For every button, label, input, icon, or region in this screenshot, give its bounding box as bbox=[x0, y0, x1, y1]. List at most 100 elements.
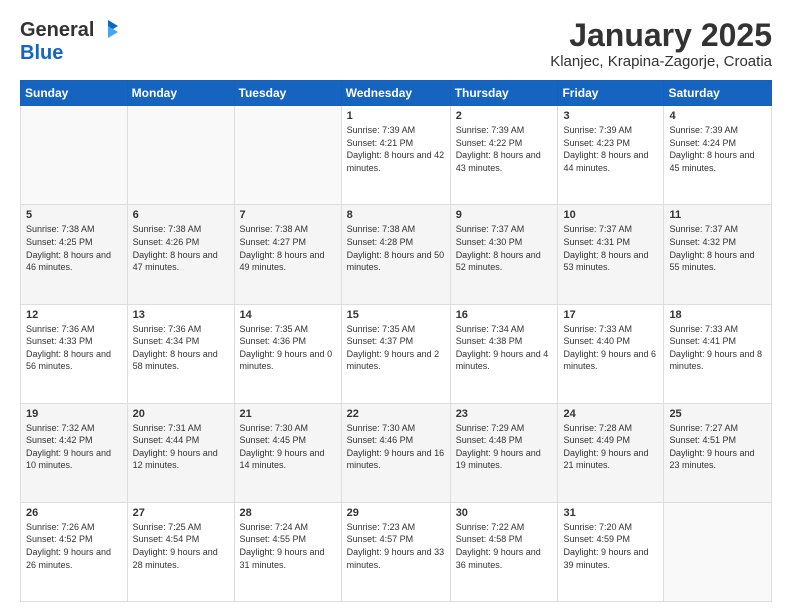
day-info: Sunrise: 7:30 AM Sunset: 4:46 PM Dayligh… bbox=[347, 422, 445, 472]
day-cell-w5-d2: 27 Sunrise: 7:25 AM Sunset: 4:54 PM Dayli… bbox=[127, 502, 234, 601]
day-number: 25 bbox=[669, 408, 766, 420]
day-info: Sunrise: 7:20 AM Sunset: 4:59 PM Dayligh… bbox=[563, 521, 658, 571]
day-cell-w2-d5: 9Sunrise: 7:37 AM Sunset: 4:30 PM Daylig… bbox=[450, 205, 558, 304]
day-info: Sunrise: 7:33 AM Sunset: 4:41 PM Dayligh… bbox=[669, 323, 766, 373]
day-number: 30 bbox=[456, 507, 553, 519]
day-cell-w3-d1: 12 Sunrise: 7:36 AM Sunset: 4:33 PM Dayli… bbox=[21, 304, 128, 403]
day-number: 3 bbox=[563, 110, 658, 122]
week-row-4: 19 Sunrise: 7:32 AM Sunset: 4:42 PM Dayli… bbox=[21, 403, 772, 502]
day-info: Sunrise: 7:24 AM Sunset: 4:55 PM Dayligh… bbox=[240, 521, 336, 571]
day-cell-w1-d2 bbox=[127, 106, 234, 205]
day-cell-w4-d7: 25 Sunrise: 7:27 AM Sunset: 4:51 PM Dayli… bbox=[664, 403, 772, 502]
day-cell-w3-d6: 17 Sunrise: 7:33 AM Sunset: 4:40 PM Dayli… bbox=[558, 304, 664, 403]
day-info: Sunrise: 7:34 AM Sunset: 4:38 PM Dayligh… bbox=[456, 323, 553, 373]
day-info: Sunrise: 7:30 AM Sunset: 4:45 PM Dayligh… bbox=[240, 422, 336, 472]
day-info: Sunrise: 7:32 AM Sunset: 4:42 PM Dayligh… bbox=[26, 422, 122, 472]
day-info: Sunrise: 7:28 AM Sunset: 4:49 PM Dayligh… bbox=[563, 422, 658, 472]
day-number: 13 bbox=[133, 309, 229, 321]
logo-flag-icon bbox=[96, 18, 120, 42]
day-cell-w3-d7: 18Sunrise: 7:33 AM Sunset: 4:41 PM Dayli… bbox=[664, 304, 772, 403]
day-info: Sunrise: 7:39 AM Sunset: 4:22 PM Dayligh… bbox=[456, 124, 553, 174]
day-number: 10 bbox=[563, 209, 658, 221]
day-info: Sunrise: 7:33 AM Sunset: 4:40 PM Dayligh… bbox=[563, 323, 658, 373]
day-cell-w1-d6: 3Sunrise: 7:39 AM Sunset: 4:23 PM Daylig… bbox=[558, 106, 664, 205]
day-info: Sunrise: 7:39 AM Sunset: 4:21 PM Dayligh… bbox=[347, 124, 445, 174]
week-row-2: 5Sunrise: 7:38 AM Sunset: 4:25 PM Daylig… bbox=[21, 205, 772, 304]
day-cell-w1-d7: 4Sunrise: 7:39 AM Sunset: 4:24 PM Daylig… bbox=[664, 106, 772, 205]
day-cell-w2-d1: 5Sunrise: 7:38 AM Sunset: 4:25 PM Daylig… bbox=[21, 205, 128, 304]
header-thursday: Thursday bbox=[450, 81, 558, 106]
day-number: 17 bbox=[563, 309, 658, 321]
day-cell-w5-d5: 30 Sunrise: 7:22 AM Sunset: 4:58 PM Dayli… bbox=[450, 502, 558, 601]
day-number: 6 bbox=[133, 209, 229, 221]
day-cell-w5-d4: 29 Sunrise: 7:23 AM Sunset: 4:57 PM Dayli… bbox=[341, 502, 450, 601]
day-info: Sunrise: 7:37 AM Sunset: 4:32 PM Dayligh… bbox=[669, 223, 766, 273]
day-info: Sunrise: 7:25 AM Sunset: 4:54 PM Dayligh… bbox=[133, 521, 229, 571]
day-number: 1 bbox=[347, 110, 445, 122]
day-number: 23 bbox=[456, 408, 553, 420]
day-cell-w4-d3: 21 Sunrise: 7:30 AM Sunset: 4:45 PM Dayli… bbox=[234, 403, 341, 502]
day-info: Sunrise: 7:23 AM Sunset: 4:57 PM Dayligh… bbox=[347, 521, 445, 571]
day-info: Sunrise: 7:37 AM Sunset: 4:30 PM Dayligh… bbox=[456, 223, 553, 273]
day-info: Sunrise: 7:26 AM Sunset: 4:52 PM Dayligh… bbox=[26, 521, 122, 571]
day-cell-w1-d1 bbox=[21, 106, 128, 205]
day-number: 29 bbox=[347, 507, 445, 519]
header-monday: Monday bbox=[127, 81, 234, 106]
week-row-5: 26Sunrise: 7:26 AM Sunset: 4:52 PM Dayli… bbox=[21, 502, 772, 601]
calendar-table: Sunday Monday Tuesday Wednesday Thursday… bbox=[20, 80, 772, 602]
header-friday: Friday bbox=[558, 81, 664, 106]
day-cell-w4-d2: 20 Sunrise: 7:31 AM Sunset: 4:44 PM Dayli… bbox=[127, 403, 234, 502]
day-cell-w4-d1: 19 Sunrise: 7:32 AM Sunset: 4:42 PM Dayli… bbox=[21, 403, 128, 502]
header-sunday: Sunday bbox=[21, 81, 128, 106]
day-number: 24 bbox=[563, 408, 658, 420]
day-info: Sunrise: 7:38 AM Sunset: 4:25 PM Dayligh… bbox=[26, 223, 122, 273]
day-number: 11 bbox=[669, 209, 766, 221]
day-cell-w3-d5: 16 Sunrise: 7:34 AM Sunset: 4:38 PM Dayli… bbox=[450, 304, 558, 403]
header-wednesday: Wednesday bbox=[341, 81, 450, 106]
day-number: 28 bbox=[240, 507, 336, 519]
day-number: 2 bbox=[456, 110, 553, 122]
week-row-3: 12 Sunrise: 7:36 AM Sunset: 4:33 PM Dayli… bbox=[21, 304, 772, 403]
day-info: Sunrise: 7:29 AM Sunset: 4:48 PM Dayligh… bbox=[456, 422, 553, 472]
logo-general-text: General bbox=[20, 19, 94, 42]
day-cell-w3-d2: 13 Sunrise: 7:36 AM Sunset: 4:34 PM Dayli… bbox=[127, 304, 234, 403]
day-info: Sunrise: 7:38 AM Sunset: 4:26 PM Dayligh… bbox=[133, 223, 229, 273]
day-cell-w1-d4: 1 Sunrise: 7:39 AM Sunset: 4:21 PM Daylig… bbox=[341, 106, 450, 205]
day-cell-w2-d6: 10 Sunrise: 7:37 AM Sunset: 4:31 PM Dayli… bbox=[558, 205, 664, 304]
day-number: 22 bbox=[347, 408, 445, 420]
day-number: 27 bbox=[133, 507, 229, 519]
day-cell-w2-d3: 7 Sunrise: 7:38 AM Sunset: 4:27 PM Daylig… bbox=[234, 205, 341, 304]
day-info: Sunrise: 7:35 AM Sunset: 4:37 PM Dayligh… bbox=[347, 323, 445, 373]
day-info: Sunrise: 7:36 AM Sunset: 4:34 PM Dayligh… bbox=[133, 323, 229, 373]
day-info: Sunrise: 7:36 AM Sunset: 4:33 PM Dayligh… bbox=[26, 323, 122, 373]
day-info: Sunrise: 7:22 AM Sunset: 4:58 PM Dayligh… bbox=[456, 521, 553, 571]
day-number: 16 bbox=[456, 309, 553, 321]
day-cell-w5-d1: 26Sunrise: 7:26 AM Sunset: 4:52 PM Dayli… bbox=[21, 502, 128, 601]
header-saturday: Saturday bbox=[664, 81, 772, 106]
day-info: Sunrise: 7:35 AM Sunset: 4:36 PM Dayligh… bbox=[240, 323, 336, 373]
day-number: 20 bbox=[133, 408, 229, 420]
day-info: Sunrise: 7:38 AM Sunset: 4:27 PM Dayligh… bbox=[240, 223, 336, 273]
day-cell-w4-d6: 24 Sunrise: 7:28 AM Sunset: 4:49 PM Dayli… bbox=[558, 403, 664, 502]
day-number: 15 bbox=[347, 309, 445, 321]
day-cell-w3-d4: 15 Sunrise: 7:35 AM Sunset: 4:37 PM Dayli… bbox=[341, 304, 450, 403]
day-number: 19 bbox=[26, 408, 122, 420]
day-number: 8 bbox=[347, 209, 445, 221]
logo-blue-text: Blue bbox=[20, 42, 63, 64]
location: Klanjec, Krapina-Zagorje, Croatia bbox=[550, 53, 772, 70]
day-info: Sunrise: 7:37 AM Sunset: 4:31 PM Dayligh… bbox=[563, 223, 658, 273]
day-number: 14 bbox=[240, 309, 336, 321]
day-info: Sunrise: 7:31 AM Sunset: 4:44 PM Dayligh… bbox=[133, 422, 229, 472]
day-info: Sunrise: 7:27 AM Sunset: 4:51 PM Dayligh… bbox=[669, 422, 766, 472]
day-number: 12 bbox=[26, 309, 122, 321]
day-number: 21 bbox=[240, 408, 336, 420]
day-cell-w5-d6: 31Sunrise: 7:20 AM Sunset: 4:59 PM Dayli… bbox=[558, 502, 664, 601]
day-number: 7 bbox=[240, 209, 336, 221]
day-cell-w5-d3: 28 Sunrise: 7:24 AM Sunset: 4:55 PM Dayli… bbox=[234, 502, 341, 601]
calendar: Sunday Monday Tuesday Wednesday Thursday… bbox=[20, 80, 772, 602]
page: General Blue January 2025 Klanjec, Krapi… bbox=[0, 0, 792, 612]
day-info: Sunrise: 7:39 AM Sunset: 4:24 PM Dayligh… bbox=[669, 124, 766, 174]
day-cell-w1-d5: 2 Sunrise: 7:39 AM Sunset: 4:22 PM Daylig… bbox=[450, 106, 558, 205]
day-cell-w5-d7 bbox=[664, 502, 772, 601]
day-cell-w2-d7: 11 Sunrise: 7:37 AM Sunset: 4:32 PM Dayli… bbox=[664, 205, 772, 304]
